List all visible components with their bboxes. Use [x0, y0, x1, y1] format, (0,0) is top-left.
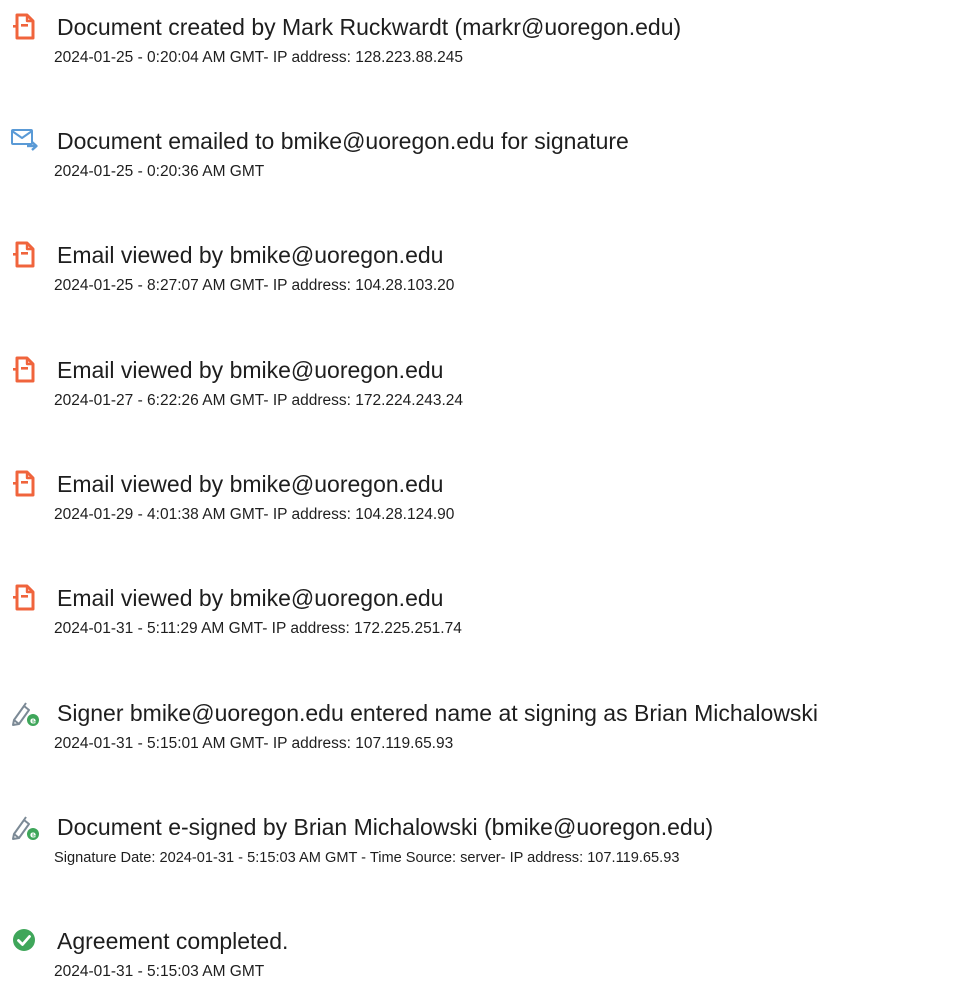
- svg-text:e: e: [30, 717, 36, 727]
- event-title: Email viewed by bmike@uoregon.edu: [57, 357, 444, 383]
- document-viewed-icon: [10, 355, 44, 385]
- event-detail: 2024-01-25 - 0:20:36 AM GMT: [54, 163, 265, 180]
- event-title: Document e-signed by Brian Michalowski (…: [57, 814, 714, 840]
- history-event-email-viewed: Email viewed by bmike@uoregon.edu 2024-0…: [10, 583, 976, 663]
- svg-text:e: e: [30, 831, 36, 841]
- history-event-agreement-completed: Agreement completed. 2024-01-31 - 5:15:0…: [10, 926, 976, 1006]
- event-detail: 2024-01-31 - 5:15:01 AM GMT- IP address:…: [54, 735, 454, 752]
- history-event-email-viewed: Email viewed by bmike@uoregon.edu 2024-0…: [10, 355, 976, 435]
- event-title: Email viewed by bmike@uoregon.edu: [57, 242, 444, 268]
- history-event-email-viewed: Email viewed by bmike@uoregon.edu 2024-0…: [10, 469, 976, 549]
- history-event-document-created: Document created by Mark Ruckwardt (mark…: [10, 12, 976, 92]
- event-detail: 2024-01-27 - 6:22:26 AM GMT- IP address:…: [54, 392, 464, 409]
- document-viewed-icon: [10, 583, 44, 613]
- event-detail: 2024-01-25 - 0:20:04 AM GMT- IP address:…: [54, 49, 464, 66]
- event-title: Signer bmike@uoregon.edu entered name at…: [57, 700, 819, 726]
- history-event-e-signed: e Document e-signed by Brian Michalowski…: [10, 812, 976, 892]
- history-event-document-emailed: Document emailed to bmike@uoregon.edu fo…: [10, 126, 976, 206]
- event-detail: 2024-01-25 - 8:27:07 AM GMT- IP address:…: [54, 277, 455, 294]
- event-detail: Signature Date: 2024-01-31 - 5:15:03 AM …: [54, 850, 680, 866]
- e-signature-pen-icon: e: [10, 812, 44, 842]
- document-viewed-icon: [10, 469, 44, 499]
- event-detail: 2024-01-31 - 5:15:03 AM GMT: [54, 963, 265, 980]
- e-signature-pen-icon: e: [10, 698, 44, 728]
- event-title: Document created by Mark Ruckwardt (mark…: [57, 14, 682, 40]
- checkmark-circle-icon: [10, 926, 44, 956]
- event-title: Email viewed by bmike@uoregon.edu: [57, 471, 444, 497]
- event-detail: 2024-01-29 - 4:01:38 AM GMT- IP address:…: [54, 506, 455, 523]
- event-title: Document emailed to bmike@uoregon.edu fo…: [57, 128, 629, 154]
- event-title: Agreement completed.: [57, 928, 289, 954]
- document-viewed-icon: [10, 240, 44, 270]
- event-title: Email viewed by bmike@uoregon.edu: [57, 585, 444, 611]
- event-detail: 2024-01-31 - 5:11:29 AM GMT- IP address:…: [54, 620, 462, 637]
- document-created-icon: [10, 12, 44, 42]
- history-event-name-entered: e Signer bmike@uoregon.edu entered name …: [10, 698, 976, 778]
- email-sent-icon: [10, 126, 44, 156]
- history-event-email-viewed: Email viewed by bmike@uoregon.edu 2024-0…: [10, 240, 976, 320]
